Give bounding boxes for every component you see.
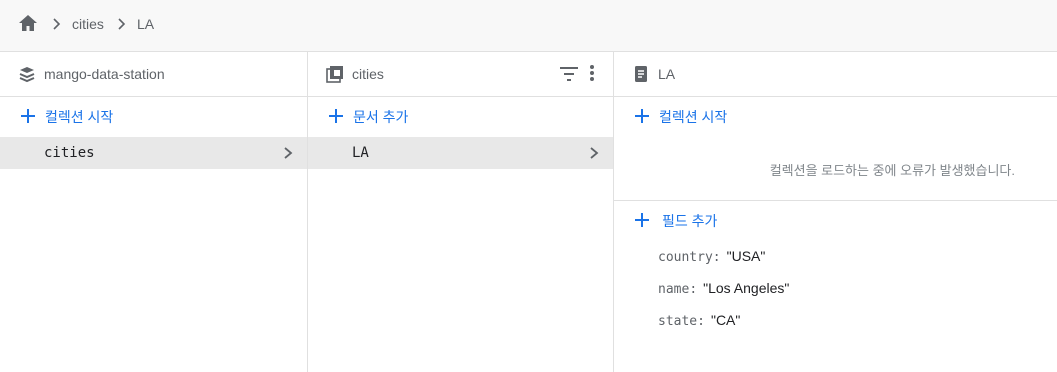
start-subcollection-button[interactable]: 컬렉션 시작: [614, 97, 1057, 137]
field-key: state: [658, 314, 698, 329]
collection-panel: cities 문서 추가 LA: [308, 52, 614, 372]
collection-title: cities: [352, 66, 384, 82]
field-value: "USA": [726, 248, 766, 264]
add-document-label: 문서 추가: [353, 109, 409, 125]
more-vert-icon[interactable]: [589, 64, 595, 82]
collection-icon: [326, 66, 343, 83]
field-value: "CA": [710, 312, 741, 328]
error-message: 컬렉션을 로드하는 중에 오류가 발생했습니다.: [769, 163, 1015, 178]
document-panel-header: LA: [614, 52, 1057, 97]
add-field-label: 필드 추가: [662, 213, 718, 229]
chevron-right-icon: [590, 147, 599, 159]
breadcrumb-item-cities[interactable]: cities: [72, 16, 104, 32]
field-colon: :: [689, 282, 698, 297]
plus-icon: [329, 109, 343, 123]
database-icon: [19, 67, 35, 83]
document-icon: [635, 66, 647, 82]
list-item-la[interactable]: LA: [308, 137, 613, 169]
list-item-cities[interactable]: cities: [0, 137, 307, 169]
home-icon[interactable]: [18, 14, 38, 32]
start-collection-label: 컬렉션 시작: [45, 109, 114, 125]
chevron-right-icon: [118, 18, 126, 30]
start-collection-button[interactable]: 컬렉션 시작: [0, 97, 307, 137]
field-colon: :: [712, 250, 721, 265]
chevron-right-icon: [53, 18, 61, 30]
document-title: LA: [658, 66, 676, 82]
field-key: country: [658, 250, 713, 265]
add-document-button[interactable]: 문서 추가: [308, 97, 613, 137]
breadcrumb: cities LA: [0, 0, 1057, 52]
plus-icon: [635, 109, 649, 123]
list-item-label: LA: [352, 145, 369, 161]
field-row[interactable]: name: "Los Angeles": [658, 280, 789, 297]
root-panel-header: mango-data-station: [0, 52, 307, 97]
chevron-right-icon: [284, 147, 293, 159]
root-panel: mango-data-station 컬렉션 시작 cities: [0, 52, 308, 372]
field-row[interactable]: country: "USA": [658, 248, 765, 265]
filter-icon[interactable]: [559, 66, 579, 82]
start-subcollection-label: 컬렉션 시작: [659, 109, 728, 125]
field-value: "Los Angeles": [703, 280, 790, 296]
add-field-button[interactable]: 필드 추가: [614, 201, 1057, 241]
project-title: mango-data-station: [44, 66, 165, 82]
breadcrumb-item-la[interactable]: LA: [137, 16, 154, 32]
plus-icon: [21, 109, 35, 123]
list-item-label: cities: [44, 145, 95, 161]
field-key: name: [658, 282, 690, 297]
collection-panel-header: cities: [308, 52, 613, 97]
field-row[interactable]: state: "CA": [658, 312, 740, 329]
plus-icon: [635, 213, 649, 227]
field-colon: :: [697, 314, 705, 329]
document-panel: LA 컬렉션 시작 컬렉션을 로드하는 중에 오류가 발생했습니다. 필드 추가…: [614, 52, 1057, 372]
